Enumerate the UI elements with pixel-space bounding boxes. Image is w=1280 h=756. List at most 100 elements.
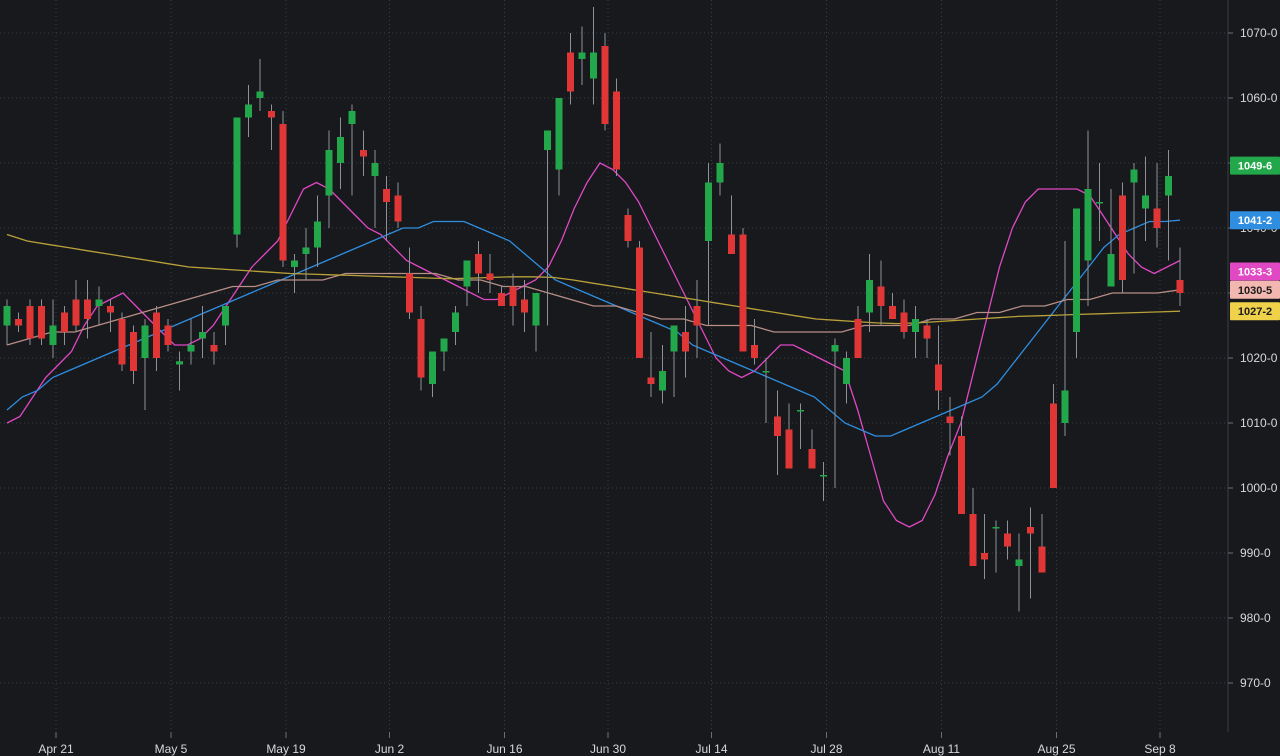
candle-down bbox=[969, 514, 977, 566]
candle-up bbox=[1165, 176, 1172, 196]
candle-up bbox=[429, 351, 436, 384]
candle-up bbox=[49, 325, 57, 345]
candle-up bbox=[1084, 189, 1092, 261]
candle-down bbox=[394, 195, 402, 222]
candle-down bbox=[268, 111, 275, 118]
candle-up bbox=[256, 91, 264, 98]
x-tick-label: Jul 14 bbox=[695, 742, 727, 756]
value-tag-label: 1027-2 bbox=[1238, 306, 1272, 318]
candle-down bbox=[601, 46, 609, 124]
x-tick-label: Sep 8 bbox=[1144, 742, 1176, 756]
y-tick-label: 970-0 bbox=[1240, 676, 1271, 690]
chart-background bbox=[0, 0, 1280, 756]
candle-up bbox=[532, 293, 540, 326]
candle-up bbox=[992, 527, 1000, 529]
x-tick-label: Apr 21 bbox=[38, 742, 74, 756]
candle-down bbox=[406, 273, 413, 313]
candle-up bbox=[3, 306, 11, 326]
candle-down bbox=[958, 436, 965, 514]
candle-up bbox=[797, 410, 804, 412]
candle-up bbox=[820, 475, 827, 477]
candle-up bbox=[716, 163, 724, 183]
x-tick-label: Jun 16 bbox=[486, 742, 522, 756]
candle-up bbox=[555, 98, 563, 170]
candle-up bbox=[176, 361, 183, 365]
candle-down bbox=[498, 293, 505, 306]
candle-down bbox=[613, 91, 620, 170]
candle-up bbox=[452, 312, 459, 332]
candle-up bbox=[1015, 559, 1023, 566]
candle-down bbox=[946, 416, 954, 423]
candle-up bbox=[463, 260, 471, 287]
value-tag-label: 1030-5 bbox=[1238, 285, 1272, 297]
candle-down bbox=[486, 273, 494, 280]
candle-up bbox=[245, 104, 252, 118]
y-tick-label: 1020-0 bbox=[1240, 351, 1278, 365]
candle-down bbox=[417, 319, 425, 378]
y-tick-label: 1000-0 bbox=[1240, 481, 1278, 495]
candle-down bbox=[567, 52, 574, 92]
x-tick-label: May 19 bbox=[266, 742, 306, 756]
candle-down bbox=[877, 286, 885, 306]
x-tick-label: Jun 30 bbox=[590, 742, 626, 756]
candle-up bbox=[141, 325, 149, 358]
candle-down bbox=[279, 124, 287, 261]
candle-down bbox=[1004, 533, 1011, 547]
candle-down bbox=[693, 306, 701, 326]
candle-up bbox=[1061, 390, 1069, 423]
candle-up bbox=[1096, 202, 1103, 204]
y-tick-label: 1010-0 bbox=[1240, 416, 1278, 430]
x-tick-label: Aug 25 bbox=[1037, 742, 1075, 756]
candle-up bbox=[233, 117, 241, 235]
candle-up bbox=[912, 319, 919, 332]
candle-up bbox=[705, 182, 712, 241]
candle-down bbox=[624, 215, 632, 241]
candle-down bbox=[164, 325, 172, 345]
candle-down bbox=[1153, 208, 1161, 228]
candle-down bbox=[72, 299, 80, 326]
candle-up bbox=[325, 150, 333, 196]
candle-down bbox=[26, 306, 34, 339]
candle-down bbox=[728, 234, 735, 254]
candle-up bbox=[670, 325, 678, 352]
candle-up bbox=[291, 260, 298, 267]
candle-up bbox=[1073, 208, 1080, 332]
candle-down bbox=[774, 416, 781, 436]
candle-down bbox=[751, 345, 758, 358]
candle-down bbox=[981, 553, 988, 560]
y-tick-label: 1070-0 bbox=[1240, 26, 1278, 40]
candle-up bbox=[371, 163, 379, 176]
candle-down bbox=[1027, 527, 1034, 534]
candle-up bbox=[866, 280, 873, 313]
candle-down bbox=[808, 449, 816, 469]
candle-down bbox=[935, 364, 942, 391]
candle-up bbox=[843, 358, 850, 384]
candle-up bbox=[578, 52, 586, 59]
candle-up bbox=[337, 137, 344, 163]
candle-down bbox=[900, 312, 908, 332]
candle-up bbox=[590, 52, 597, 79]
candle-up bbox=[544, 130, 551, 150]
x-tick-label: May 5 bbox=[155, 742, 188, 756]
x-tick-label: Jun 2 bbox=[375, 742, 405, 756]
candle-down bbox=[889, 306, 896, 319]
candle-down bbox=[1119, 195, 1126, 280]
candle-up bbox=[314, 221, 321, 248]
candle-down bbox=[210, 345, 218, 352]
candle-up bbox=[762, 371, 770, 373]
candle-down bbox=[1038, 546, 1046, 573]
candle-down bbox=[38, 306, 45, 339]
y-tick-label: 990-0 bbox=[1240, 546, 1271, 560]
candle-down bbox=[107, 306, 114, 313]
value-tag-label: 1033-3 bbox=[1238, 267, 1272, 279]
candle-down bbox=[153, 312, 160, 358]
candle-up bbox=[199, 332, 206, 339]
candle-down bbox=[15, 319, 22, 326]
candlestick-chart: 970-0980-0990-01000-01010-01020-01030-01… bbox=[0, 0, 1280, 756]
y-tick-label: 980-0 bbox=[1240, 611, 1271, 625]
candle-down bbox=[61, 312, 68, 332]
value-tag-label: 1049-6 bbox=[1238, 161, 1272, 173]
candle-up bbox=[222, 306, 229, 326]
candle-up bbox=[440, 338, 448, 352]
candle-up bbox=[187, 345, 195, 352]
